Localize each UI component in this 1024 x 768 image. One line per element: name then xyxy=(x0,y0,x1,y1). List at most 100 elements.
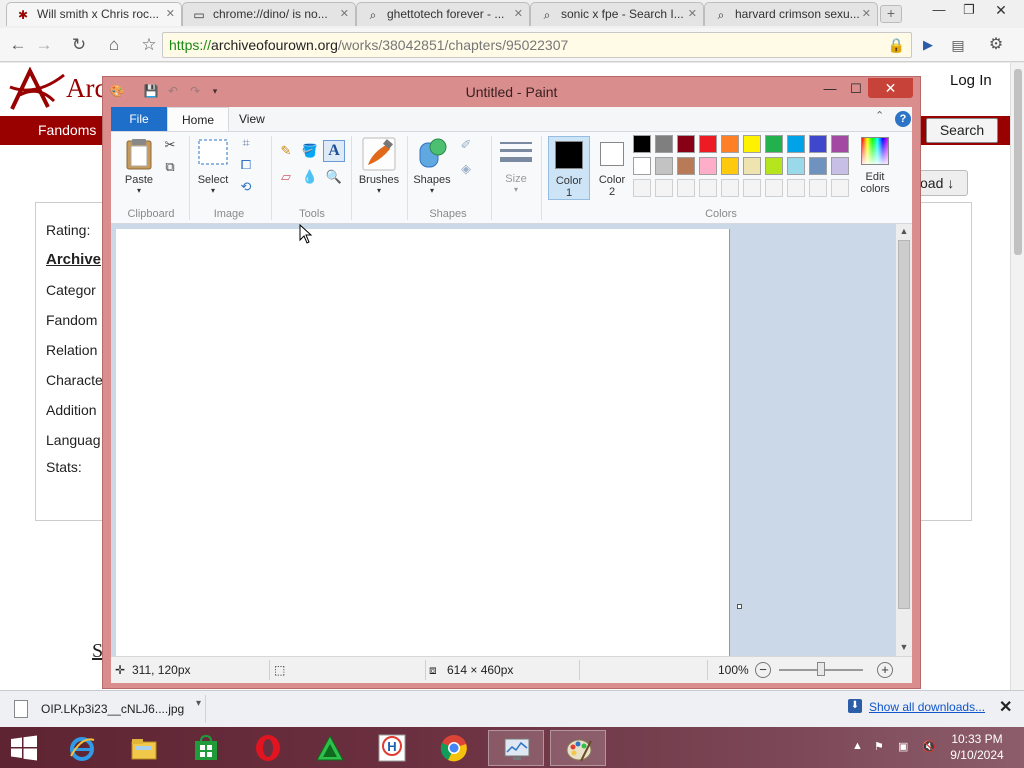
paint-titlebar[interactable]: 🎨 💾 ↶ ↷ ▾ Untitled - Paint — ☐ ✕ xyxy=(103,77,920,107)
taskbar-paint[interactable] xyxy=(550,730,606,766)
taskbar-explorer[interactable] xyxy=(116,730,172,766)
taskbar-store[interactable] xyxy=(178,730,234,766)
color2-button[interactable]: Color 2 xyxy=(591,136,633,200)
cut-icon[interactable]: ✂ xyxy=(161,136,179,154)
palette-swatch[interactable] xyxy=(787,157,805,175)
eraser-icon[interactable]: ▱ xyxy=(277,168,295,186)
palette-empty-slot[interactable] xyxy=(721,179,739,197)
palette-empty-slot[interactable] xyxy=(633,179,651,197)
canvas-scrollbar[interactable]: ▲ ▼ xyxy=(896,224,912,656)
edit-colors-button[interactable]: Edit colors xyxy=(855,137,895,195)
tab-close-icon[interactable]: ✕ xyxy=(340,3,349,25)
text-tool-icon[interactable]: A xyxy=(323,140,345,162)
page-menu-icon[interactable]: ▤ xyxy=(946,33,970,57)
tab-home[interactable]: Home xyxy=(167,107,230,131)
brushes-button[interactable]: Brushes ▾ xyxy=(355,137,403,195)
crop-icon[interactable]: ⌗ xyxy=(237,134,255,152)
select-button[interactable]: Select ▾ xyxy=(195,137,231,195)
palette-swatch[interactable] xyxy=(831,135,849,153)
palette-empty-slot[interactable] xyxy=(655,179,673,197)
palette-swatch[interactable] xyxy=(809,157,827,175)
color-picker-icon[interactable]: 💧 xyxy=(301,168,319,186)
shape-fill-icon[interactable]: ◈ xyxy=(457,160,475,178)
system-clock[interactable]: 10:33 PM 9/10/2024 xyxy=(944,731,1010,763)
paste-button[interactable]: Paste ▾ xyxy=(121,137,157,195)
outline-icon[interactable]: ✐ xyxy=(457,136,475,154)
pencil-icon[interactable]: ✎ xyxy=(277,142,295,160)
login-link[interactable]: Log In xyxy=(950,72,992,89)
paint-maximize-icon[interactable]: ☐ xyxy=(845,79,867,99)
meta-archive-warning[interactable]: Archive xyxy=(46,251,101,268)
tab-dino[interactable]: ▭ chrome://dino/ is no... ✕ xyxy=(182,2,356,26)
download-item[interactable]: OIP.LKp3i23__cNLJ6....jpg ▾ xyxy=(6,695,206,723)
windows-start-icon[interactable] xyxy=(10,735,38,761)
palette-empty-slot[interactable] xyxy=(765,179,783,197)
new-tab-button[interactable]: + xyxy=(880,5,902,23)
tab-ghettotech[interactable]: ⌕ ghettotech forever - ... ✕ xyxy=(356,2,530,26)
palette-empty-slot[interactable] xyxy=(677,179,695,197)
scroll-up-icon[interactable]: ▲ xyxy=(896,226,912,236)
palette-swatch[interactable] xyxy=(655,157,673,175)
close-icon[interactable]: ✕ xyxy=(986,0,1016,22)
tab-view[interactable]: View xyxy=(225,107,279,131)
forward-icon[interactable]: → xyxy=(32,33,56,57)
copy-icon[interactable]: ⧉ xyxy=(161,158,179,176)
scrollbar-thumb[interactable] xyxy=(1014,69,1022,255)
home-icon[interactable]: ⌂ xyxy=(102,33,126,57)
resize-icon[interactable]: ⧠ xyxy=(237,156,255,174)
search-button[interactable]: Search xyxy=(926,118,998,143)
size-button[interactable]: Size ▾ xyxy=(497,140,535,194)
tab-harvard[interactable]: ⌕ harvard crimson sexu... ✕ xyxy=(704,2,878,26)
restore-icon[interactable]: ❐ xyxy=(954,0,984,22)
color1-button[interactable]: Color 1 xyxy=(548,136,590,200)
magnifier-icon[interactable]: 🔍 xyxy=(325,168,343,186)
palette-swatch[interactable] xyxy=(677,135,695,153)
brushes-dropdown-icon[interactable]: ▾ xyxy=(355,186,403,195)
zoom-in-icon[interactable]: + xyxy=(877,662,893,678)
fill-icon[interactable]: 🪣 xyxy=(301,142,319,160)
select-dropdown-icon[interactable]: ▾ xyxy=(195,186,231,195)
downloads-close-icon[interactable]: ✕ xyxy=(999,697,1012,717)
palette-swatch[interactable] xyxy=(699,135,717,153)
address-bar[interactable]: https://archiveofourown.org/works/380428… xyxy=(162,32,912,58)
taskbar-green-app[interactable] xyxy=(302,730,358,766)
palette-empty-slot[interactable] xyxy=(743,179,761,197)
site-name[interactable]: Arc xyxy=(66,73,106,104)
palette-swatch[interactable] xyxy=(721,135,739,153)
palette-swatch[interactable] xyxy=(721,157,739,175)
size-dropdown-icon[interactable]: ▾ xyxy=(497,185,535,194)
palette-swatch[interactable] xyxy=(699,157,717,175)
tab-file[interactable]: File xyxy=(111,107,167,131)
palette-swatch[interactable] xyxy=(677,157,695,175)
taskbar-monitor-app[interactable] xyxy=(488,730,544,766)
palette-swatch[interactable] xyxy=(743,157,761,175)
action-center-flag-icon[interactable]: ⚑ xyxy=(874,740,884,753)
star-icon[interactable]: ☆ xyxy=(137,33,161,57)
taskbar-ie[interactable] xyxy=(54,730,110,766)
shapes-button[interactable]: Shapes ▾ xyxy=(413,137,451,195)
ribbon-minimize-icon[interactable]: ⌃ xyxy=(875,109,884,122)
taskbar-opera[interactable] xyxy=(240,730,296,766)
palette-swatch[interactable] xyxy=(743,135,761,153)
download-button[interactable]: oad ↓ xyxy=(916,170,968,196)
paint-minimize-icon[interactable]: — xyxy=(819,79,841,99)
canvas-resize-handle[interactable] xyxy=(737,604,742,609)
back-icon[interactable]: ← xyxy=(6,33,30,57)
tray-expand-icon[interactable]: ▲ xyxy=(852,740,863,752)
palette-swatch[interactable] xyxy=(633,157,651,175)
palette-swatch[interactable] xyxy=(809,135,827,153)
tab-sonic[interactable]: ⌕ sonic x fpe - Search I... ✕ xyxy=(530,2,704,26)
palette-empty-slot[interactable] xyxy=(699,179,717,197)
reload-icon[interactable]: ↻ xyxy=(67,33,91,57)
volume-muted-icon[interactable]: 🔇 xyxy=(922,740,936,753)
webpage-scrollbar[interactable] xyxy=(1010,63,1024,690)
drawing-canvas[interactable] xyxy=(116,229,730,656)
palette-swatch[interactable] xyxy=(831,157,849,175)
tab-close-icon[interactable]: ✕ xyxy=(862,3,871,25)
tab-close-icon[interactable]: ✕ xyxy=(166,3,175,25)
taskbar-chrome[interactable] xyxy=(426,730,482,766)
rotate-icon[interactable]: ⟲ xyxy=(237,178,255,196)
scroll-down-icon[interactable]: ▼ xyxy=(896,642,912,652)
taskbar-h-app[interactable]: H xyxy=(364,730,420,766)
tab-close-icon[interactable]: ✕ xyxy=(688,3,697,25)
